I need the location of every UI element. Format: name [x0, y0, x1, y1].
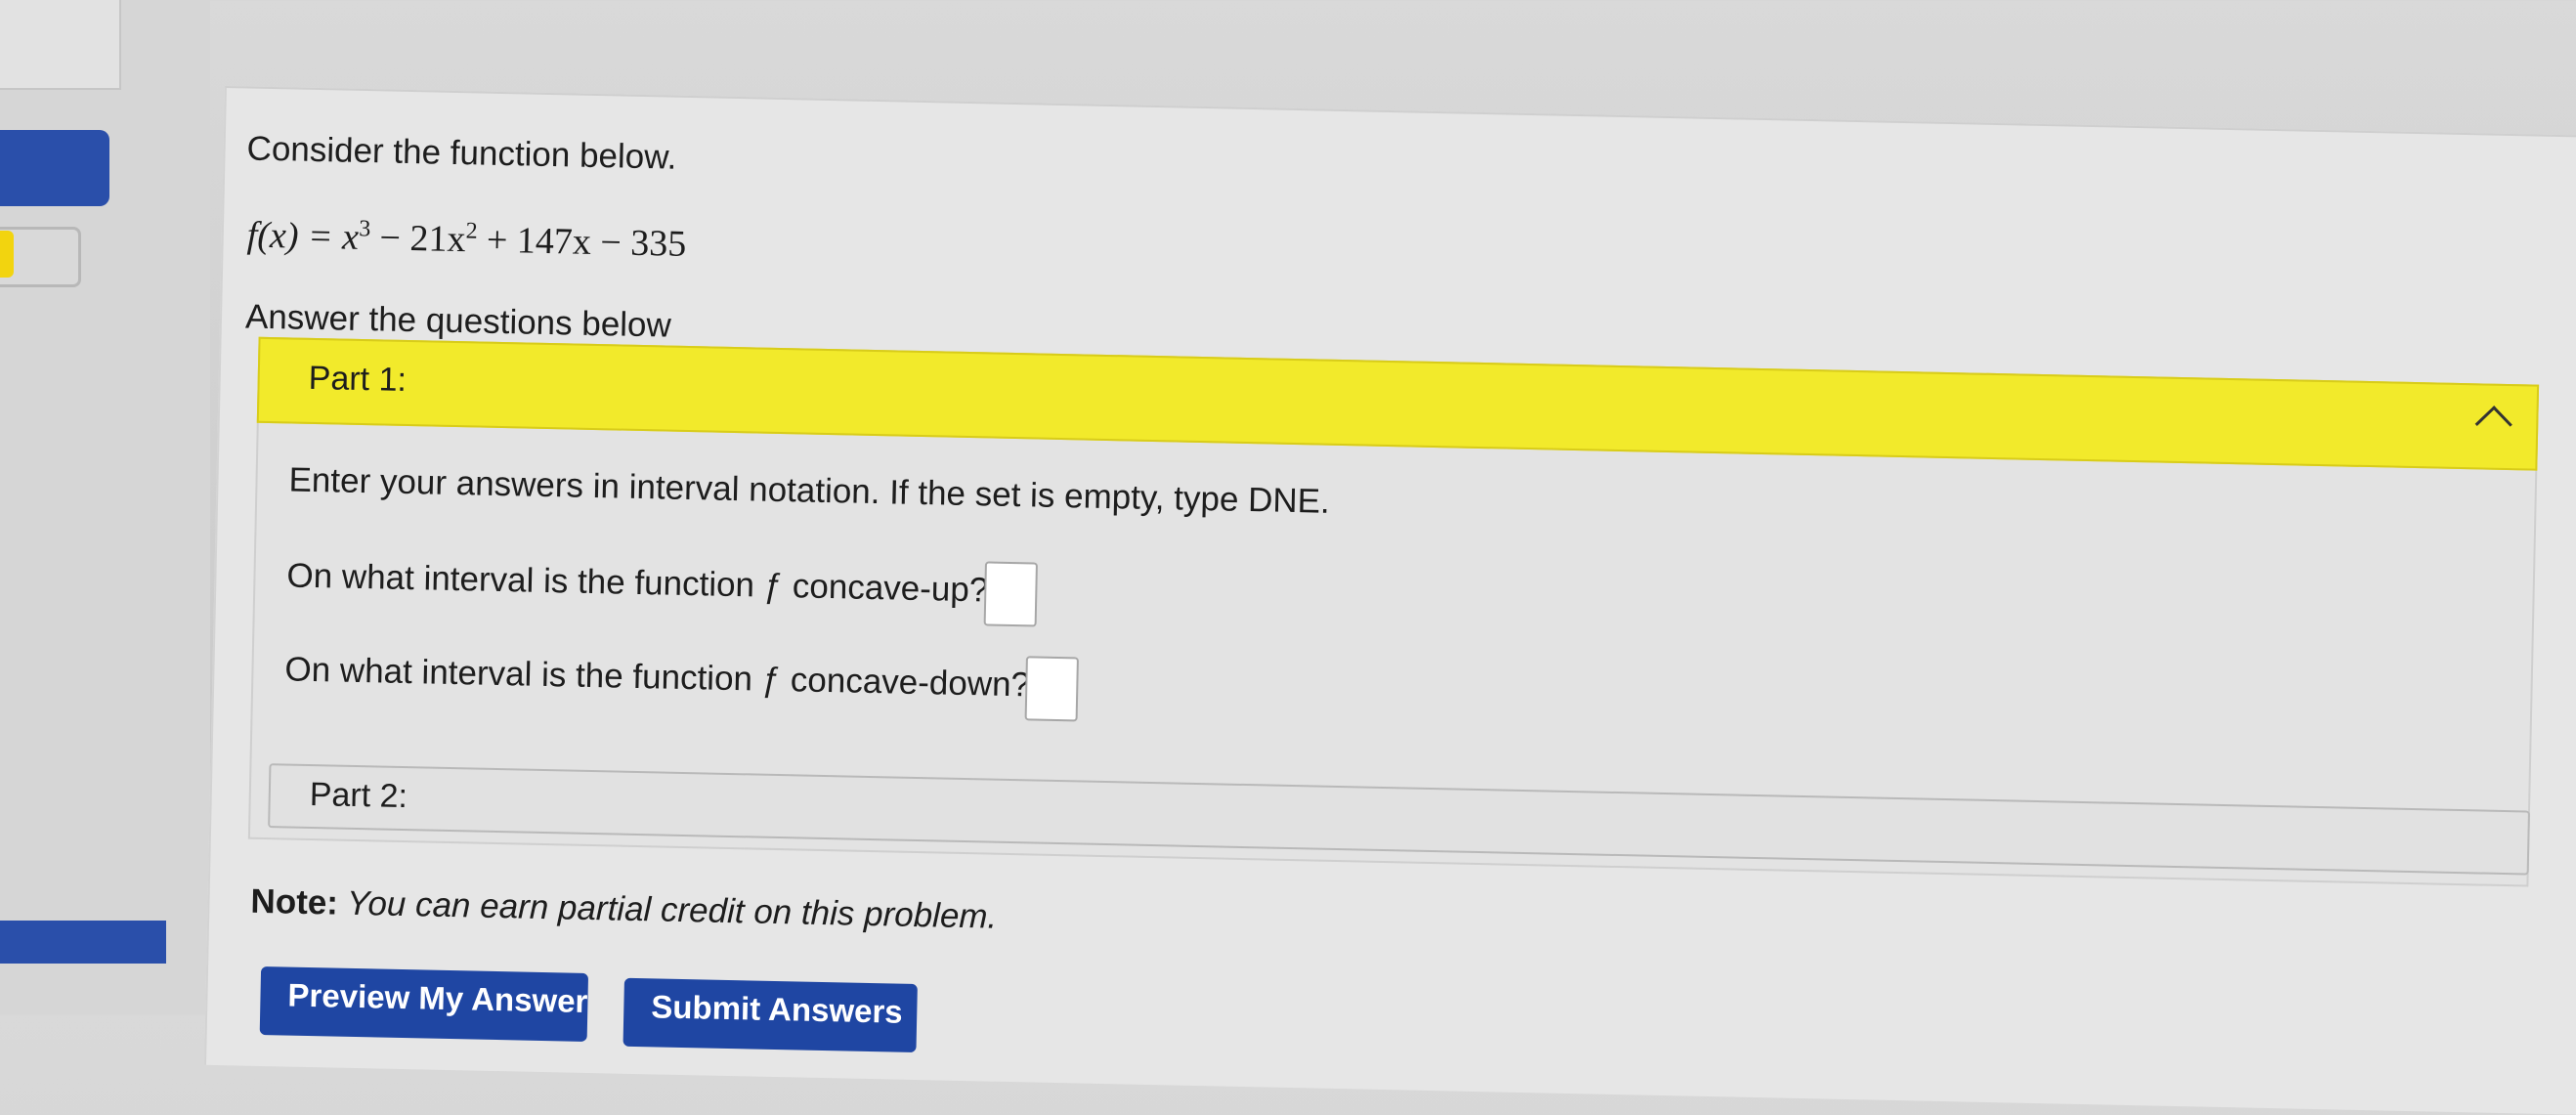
concave-down-input[interactable]	[1024, 656, 1079, 722]
formula-term2: − 21x	[369, 217, 466, 261]
problem-intro: Consider the function below.	[246, 129, 677, 177]
formula-term3: + 147x − 335	[477, 219, 687, 265]
problem-card: Consider the function below. f(x) = x3 −…	[204, 86, 2576, 1115]
part2-title: Part 2:	[309, 775, 408, 816]
preview-answers-button[interactable]: Preview My Answers	[259, 965, 589, 1042]
submit-answers-button[interactable]: Submit Answers	[623, 977, 918, 1053]
chevron-up-icon[interactable]	[2474, 406, 2512, 444]
concave-up-input[interactable]	[983, 561, 1038, 627]
function-formula: f(x) = x3 − 21x2 + 147x − 335	[246, 214, 686, 266]
formula-lhs: f(x) = x	[246, 214, 360, 258]
note-text: You can earn partial credit on this prob…	[337, 883, 998, 936]
formula-exp1: 3	[358, 216, 371, 242]
partial-credit-note: Note: You can earn partial credit on thi…	[250, 882, 998, 937]
part1-title: Part 1:	[308, 359, 408, 399]
nav-button-blue[interactable]	[0, 130, 109, 206]
note-label: Note:	[250, 881, 339, 922]
formula-exp2: 2	[465, 218, 478, 244]
status-indicator	[0, 231, 14, 278]
left-panel-box	[0, 0, 121, 90]
nav-bar-blue[interactable]	[0, 921, 166, 964]
